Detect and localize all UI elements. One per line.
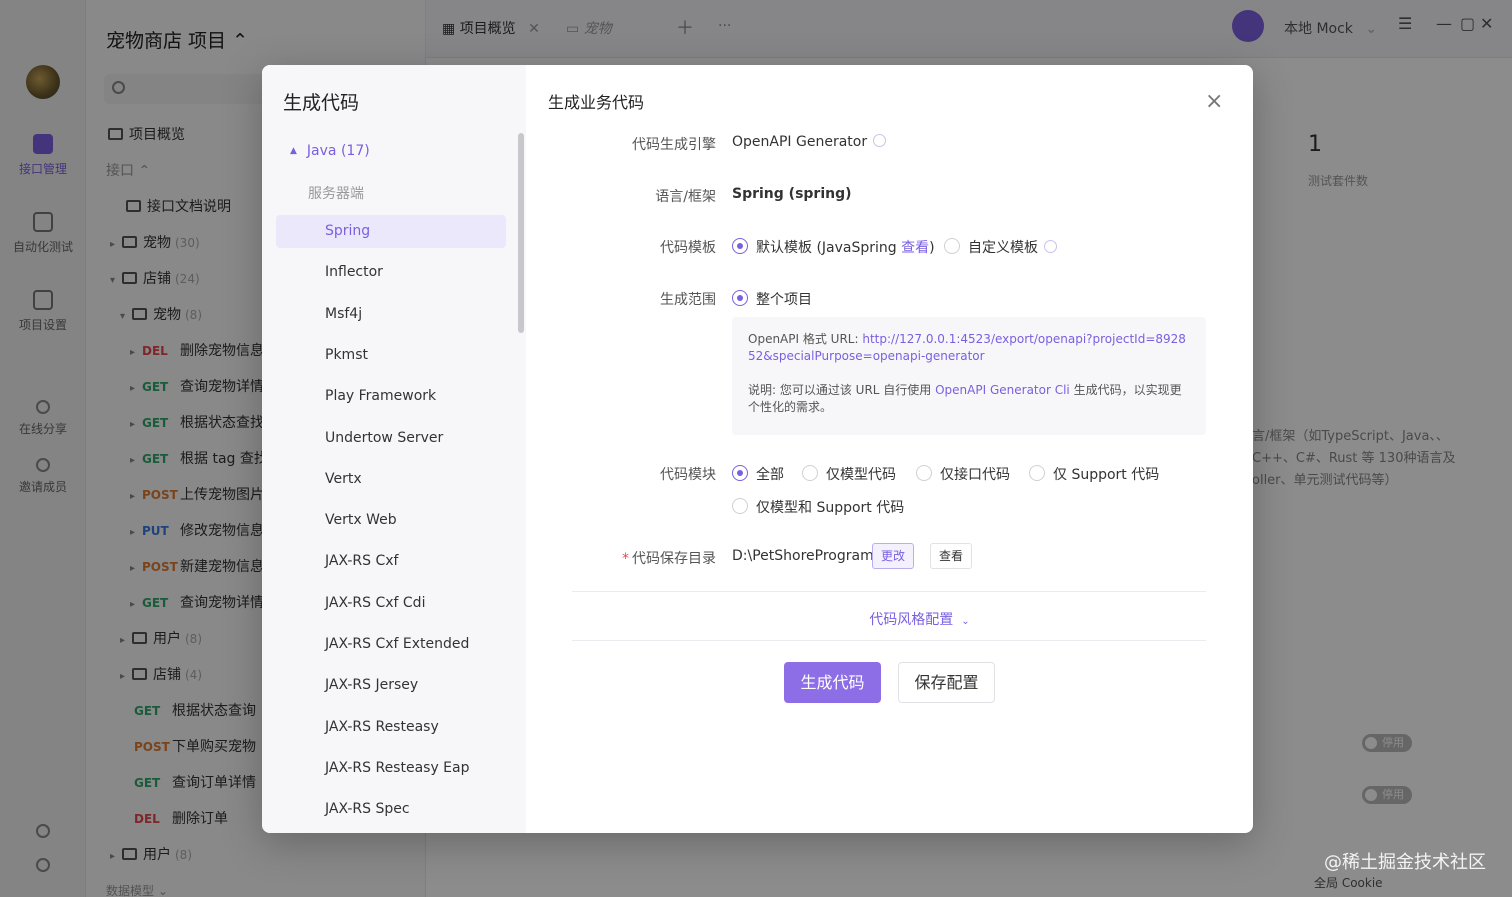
info-url-label: OpenAPI 格式 URL:: [748, 332, 863, 346]
generator-item[interactable]: JAX-RS Resteasy Eap: [276, 752, 506, 785]
template-view-link[interactable]: 查看: [901, 240, 929, 256]
engine-value: OpenAPI Generator: [732, 134, 887, 150]
lang-group-label: Java (17): [306, 143, 370, 159]
radio-dot: [944, 238, 960, 254]
generator-item[interactable]: JAX-RS Cxf: [276, 545, 506, 578]
generate-code-button[interactable]: 生成代码: [784, 662, 881, 703]
generator-item[interactable]: Play Framework: [276, 380, 506, 413]
help-icon[interactable]: [1044, 240, 1057, 253]
radio-label: 全部: [756, 467, 784, 483]
caret-up-icon: ▲: [290, 146, 297, 156]
info-note: 说明: 您可以通过该 URL 自行使用: [748, 383, 936, 397]
style-config-label: 代码风格配置: [869, 612, 954, 628]
radio-label: 仅模型代码: [826, 467, 896, 483]
save-config-button[interactable]: 保存配置: [898, 662, 995, 703]
radio-label: 仅模型和 Support 代码: [756, 500, 905, 516]
module-support-radio[interactable]: 仅 Support 代码: [1029, 464, 1159, 484]
radio-dot: [802, 465, 818, 481]
divider: [572, 640, 1206, 641]
radio-dot: [916, 465, 932, 481]
module-model-radio[interactable]: 仅模型代码: [802, 464, 896, 484]
dir-label: * 代码保存目录: [622, 551, 716, 567]
radio-label: 默认模板 (JavaSpring: [756, 240, 902, 256]
radio-dot: [732, 465, 748, 481]
generator-list-panel: 生成代码 ▲ Java (17) 服务器端 Spring Inflector Msf4…: [262, 65, 526, 833]
module-label: 代码模块: [660, 467, 716, 483]
scrollbar[interactable]: [518, 133, 524, 333]
generator-item[interactable]: Vertx: [276, 463, 506, 496]
category-label: 服务器端: [308, 186, 364, 202]
generator-item[interactable]: JAX-RS Spec: [276, 793, 506, 826]
dir-label-text: 代码保存目录: [632, 551, 716, 567]
openapi-info-box: OpenAPI 格式 URL: http://127.0.0.1:4523/ex…: [732, 317, 1206, 435]
generator-item[interactable]: JAX-RS Cxf Cdi: [276, 587, 506, 620]
engine-label: 代码生成引擎: [632, 137, 716, 153]
help-icon[interactable]: [873, 134, 887, 147]
watermark: @稀土掘金技术社区: [1324, 852, 1486, 873]
template-default-radio[interactable]: 默认模板 (JavaSpring 查看): [732, 237, 935, 257]
radio-label: 整个项目: [756, 292, 812, 308]
scope-whole-project-radio[interactable]: 整个项目: [732, 289, 812, 309]
config-heading: 生成业务代码: [548, 93, 645, 112]
radio-label: 仅接口代码: [940, 467, 1010, 483]
scope-label: 生成范围: [660, 292, 716, 308]
engine-text: OpenAPI Generator: [732, 134, 868, 150]
template-custom-radio[interactable]: 自定义模板: [944, 237, 1057, 257]
lang-label: 语言/框架: [655, 189, 716, 205]
module-all-radio[interactable]: 全部: [732, 464, 784, 484]
generator-item[interactable]: Msf4j: [276, 298, 506, 331]
style-config-toggle[interactable]: 代码风格配置 ⌄: [526, 609, 1253, 629]
generator-item[interactable]: Pkmst: [276, 339, 506, 372]
generator-item[interactable]: Undertow Server: [276, 422, 506, 455]
radio-label: 仅 Support 代码: [1053, 467, 1160, 483]
divider: [572, 591, 1206, 592]
radio-label-suffix: ): [929, 240, 935, 256]
template-label: 代码模板: [660, 240, 716, 256]
generator-item[interactable]: Inflector: [276, 256, 506, 289]
lang-group-java[interactable]: ▲ Java (17): [290, 143, 370, 159]
generator-cli-link[interactable]: OpenAPI Generator Cli: [935, 383, 1070, 397]
radio-dot: [732, 290, 748, 306]
module-model-support-radio[interactable]: 仅模型和 Support 代码: [732, 497, 904, 517]
dialog-title: 生成代码: [283, 92, 360, 114]
radio-dot: [1029, 465, 1045, 481]
generator-item[interactable]: JAX-RS Cxf Extended: [276, 628, 506, 661]
generator-item[interactable]: Spring: [276, 215, 506, 248]
config-panel: 生成业务代码 × 代码生成引擎 OpenAPI Generator 语言/框架 …: [526, 65, 1253, 833]
change-dir-button[interactable]: 更改: [872, 543, 915, 569]
generator-item[interactable]: JAX-RS Jersey: [276, 669, 506, 702]
radio-label: 自定义模板: [968, 240, 1038, 256]
radio-dot: [732, 238, 748, 254]
close-icon[interactable]: ×: [1205, 91, 1223, 113]
radio-dot: [732, 498, 748, 514]
lang-value: Spring (spring): [732, 186, 852, 202]
module-api-radio[interactable]: 仅接口代码: [916, 464, 1010, 484]
generate-code-dialog: 生成代码 ▲ Java (17) 服务器端 Spring Inflector Msf4…: [262, 65, 1253, 833]
dir-value: D:\PetShoreProgram: [732, 548, 874, 564]
generator-item[interactable]: Vertx Web: [276, 504, 506, 537]
generator-item[interactable]: JAX-RS Resteasy: [276, 711, 506, 744]
view-dir-button[interactable]: 查看: [930, 543, 973, 569]
chevron-down-icon: ⌄: [961, 616, 970, 627]
